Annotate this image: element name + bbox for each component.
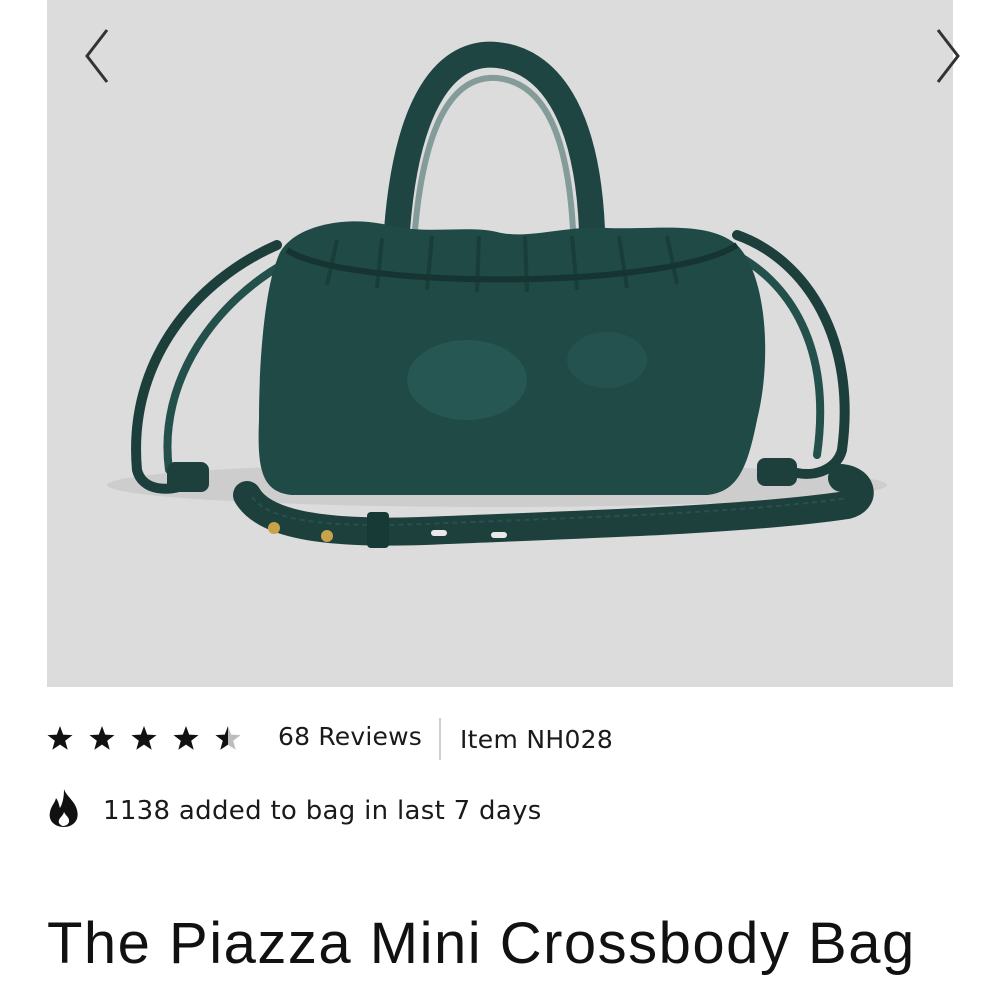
- chevron-right-icon[interactable]: [932, 26, 962, 86]
- product-image: [47, 0, 953, 687]
- star-icon: [47, 726, 73, 750]
- item-number: Item NH028: [460, 725, 614, 754]
- star-icon: [173, 726, 199, 750]
- product-image-gallery[interactable]: [47, 0, 953, 687]
- reviews-link[interactable]: 68 Reviews: [278, 722, 422, 751]
- star-icon: [89, 726, 115, 750]
- social-proof: 1138 added to bag in last 7 days: [47, 788, 953, 832]
- product-title: The Piazza Mini Crossbody Bag: [47, 911, 916, 976]
- divider: [439, 718, 441, 760]
- product-meta-row: 68 Reviews Item NH028: [47, 714, 953, 764]
- half-star-icon: [215, 726, 241, 750]
- star-icon: [131, 726, 157, 750]
- fire-icon: [49, 789, 78, 827]
- chevron-left-icon[interactable]: [83, 26, 113, 86]
- star-rating[interactable]: [47, 726, 247, 752]
- social-proof-text: 1138 added to bag in last 7 days: [103, 796, 542, 826]
